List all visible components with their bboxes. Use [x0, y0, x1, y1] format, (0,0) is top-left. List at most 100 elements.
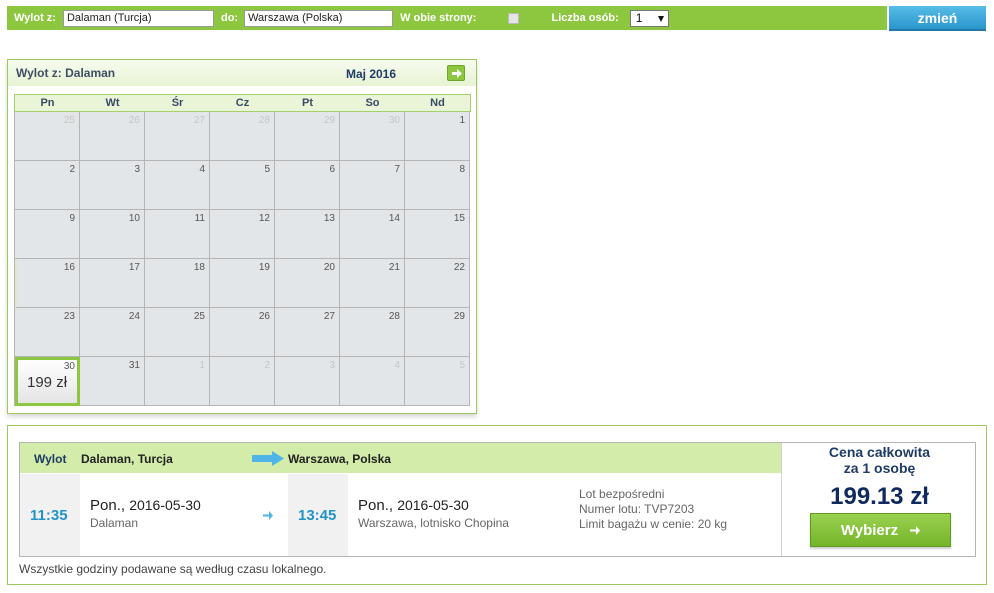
day-number: 4 [394, 360, 400, 371]
departure-calendar: Wylot z: Dalaman Maj 2016 Pn Wt Śr Cz Pt… [7, 59, 477, 414]
day-number: 9 [69, 213, 75, 224]
departure-place: Dalaman [90, 516, 139, 530]
to-input[interactable] [244, 9, 394, 27]
day-number: 27 [193, 115, 205, 126]
weekday-label: Pn [40, 97, 55, 109]
arrow-right-icon [910, 525, 921, 535]
calendar-day: 27 [275, 308, 340, 357]
persons-select[interactable]: 1 [629, 9, 669, 27]
day-number: 25 [193, 311, 205, 322]
calendar-day: 27 [145, 112, 210, 161]
day-number: 7 [394, 164, 400, 175]
calendar-days: 25 26 27 28 29 30 1 2 3 4 5 6 7 8 9 10 1… [14, 112, 471, 406]
day-number: 14 [388, 213, 400, 224]
calendar-day: 14 [340, 210, 405, 259]
day-number: 15 [453, 213, 465, 224]
flight-number: Numer lotu: TVP7203 [579, 502, 695, 516]
calendar-day: 6 [275, 161, 340, 210]
calendar-day: 26 [210, 308, 275, 357]
roundtrip-label: W obie strony: [400, 12, 477, 24]
day-number: 17 [128, 262, 140, 273]
calendar-day: 4 [145, 161, 210, 210]
calendar-day: 2 [210, 357, 275, 406]
day-number: 24 [128, 311, 140, 322]
day-number: 1 [459, 115, 465, 126]
day-number: 12 [258, 213, 270, 224]
calendar-day: 28 [340, 308, 405, 357]
calendar-day: 17 [80, 259, 145, 308]
calendar-day: 3 [80, 161, 145, 210]
persons-label: Liczba osób: [551, 12, 619, 24]
calendar-day: 18 [145, 259, 210, 308]
calendar-day: 25 [15, 112, 80, 161]
calendar-day: 22 [405, 259, 470, 308]
calendar-month: Maj 2016 [346, 67, 397, 81]
day-number: 19 [258, 262, 270, 273]
from-input[interactable] [62, 9, 214, 27]
day-number: 31 [128, 360, 140, 371]
chevron-down-icon [657, 15, 664, 22]
weekday-label: Cz [235, 97, 250, 109]
calendar-day: 7 [340, 161, 405, 210]
change-search-button[interactable]: zmień [889, 6, 986, 31]
day-number: 26 [258, 311, 270, 322]
day-number: 30 [388, 115, 400, 126]
calendar-day: 25 [145, 308, 210, 357]
calendar-day: 12 [210, 210, 275, 259]
weekday-label: So [365, 97, 380, 109]
flight-result: Wylot Dalaman, Turcja Warszawa, Polska 1… [7, 425, 987, 585]
calendar-day: 21 [340, 259, 405, 308]
flight-row[interactable]: 11:35 Pon., 2016-05-30 Dalaman 13:45 Pon… [20, 474, 781, 556]
day-number: 1 [199, 360, 205, 371]
day-number: 3 [134, 164, 140, 175]
arrow-right-icon [452, 69, 462, 78]
arrow-right-icon [263, 511, 273, 520]
weekday-label: Pt [302, 97, 313, 109]
calendar-day-selected[interactable]: 30 199 zł [15, 357, 80, 406]
weekday-row: Pn Wt Śr Cz Pt So Nd [14, 94, 471, 112]
calendar-day: 15 [405, 210, 470, 259]
day-number: 28 [388, 311, 400, 322]
price-label-total: Cena całkowita [828, 444, 931, 460]
day-number: 5 [459, 360, 465, 371]
calendar-day: 1 [145, 357, 210, 406]
weekday-label: Śr [171, 97, 184, 109]
calendar-day: 2 [15, 161, 80, 210]
calendar-day: 5 [405, 357, 470, 406]
calendar-header: Wylot z: Dalaman Maj 2016 [8, 60, 476, 86]
day-number: 6 [329, 164, 335, 175]
next-month-button[interactable] [447, 65, 465, 81]
weekday-label: Wt [105, 97, 120, 109]
day-number: 28 [258, 115, 270, 126]
choose-button-label: Wybierz [840, 521, 899, 539]
total-price: 199.13 zł [830, 483, 929, 510]
from-label: Wylot z: [14, 12, 56, 24]
arrival-time: 13:45 [298, 507, 337, 524]
calendar-day: 5 [210, 161, 275, 210]
calendar-day: 31 [80, 357, 145, 406]
departure-date: Pon., 2016-05-30 [90, 497, 201, 514]
calendar-day: 13 [275, 210, 340, 259]
search-bar: Wylot z: do: W obie strony: Liczba osób:… [7, 6, 887, 30]
roundtrip-checkbox[interactable] [508, 12, 520, 24]
persons-value: 1 [635, 11, 643, 25]
day-price: 199 zł [27, 374, 68, 391]
to-label: do: [220, 12, 239, 24]
day-number: 5 [264, 164, 270, 175]
day-number: 11 [194, 213, 205, 224]
flight-card: Wylot Dalaman, Turcja Warszawa, Polska 1… [19, 442, 976, 557]
day-number: 8 [459, 164, 465, 175]
arrival-day: Pon., [358, 497, 394, 514]
day-number: 25 [63, 115, 75, 126]
arrival-date: Pon., 2016-05-30 [358, 497, 469, 514]
flight-details: Lot bezpośredni Numer lotu: TVP7203 Limi… [579, 487, 727, 532]
calendar-day: 3 [275, 357, 340, 406]
choose-button[interactable]: Wybierz [810, 513, 951, 547]
local-time-note: Wszystkie godziny podawane są według cza… [19, 562, 327, 576]
calendar-day: 1 [405, 112, 470, 161]
calendar-day: 28 [210, 112, 275, 161]
day-number: 13 [323, 213, 335, 224]
calendar-day: 23 [15, 308, 80, 357]
arrival-place: Warszawa, lotnisko Chopina [358, 516, 509, 530]
flight-type: Lot bezpośredni [579, 487, 665, 501]
